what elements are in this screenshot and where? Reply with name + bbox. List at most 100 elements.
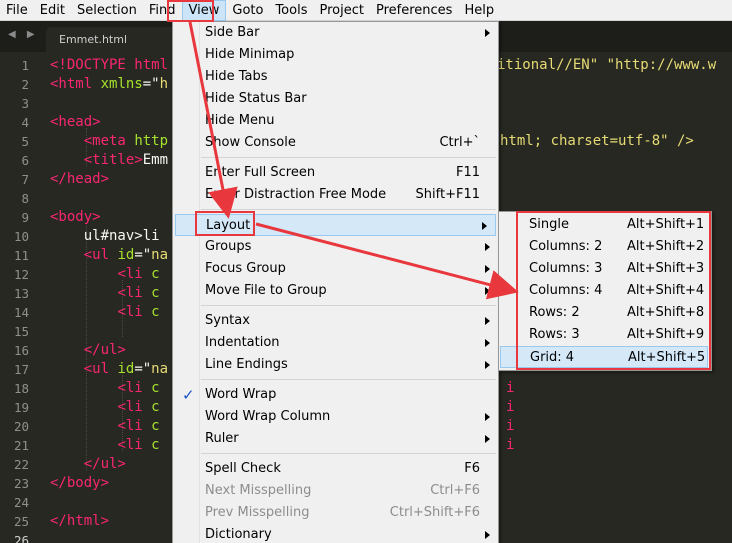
submenu-arrow-icon (485, 531, 490, 539)
code-line-16: </ul> (83, 342, 126, 358)
view-menu-item-indentation[interactable]: Indentation (173, 332, 498, 354)
code-line-2: <html xmlns="h (50, 76, 169, 92)
menu-project[interactable]: Project (313, 0, 369, 21)
menu-item-label: Line Endings (205, 357, 288, 372)
view-menu-item-groups[interactable]: Groups (173, 236, 498, 258)
menu-item-label: Show Console (205, 135, 296, 150)
line-number: 23 (13, 476, 29, 491)
menu-tools[interactable]: Tools (269, 0, 313, 21)
tab-nav-arrows-icon[interactable]: ◀ ▶ (8, 29, 39, 40)
line-number: 11 (13, 248, 29, 263)
view-menu-item-dictionary[interactable]: Dictionary (173, 524, 498, 543)
line-number: 13 (13, 286, 29, 301)
menu-item-label: Indentation (205, 335, 280, 350)
line-number: 15 (13, 324, 29, 339)
line-number: 24 (13, 495, 29, 510)
view-menu-item-word-wrap-column[interactable]: Word Wrap Column (173, 406, 498, 428)
menu-item-label: Hide Menu (205, 113, 275, 128)
menu-item-label: Spell Check (205, 461, 281, 476)
menu-item-label: Enter Distraction Free Mode (205, 187, 387, 202)
tab-emmet-html[interactable]: Emmet.html (46, 27, 178, 52)
line-number: 25 (13, 514, 29, 529)
code-line-10: ul#nav>li (50, 228, 160, 244)
line-number: 26 (13, 533, 29, 543)
view-menu-item-show-console[interactable]: Show Console Ctrl+` (173, 132, 498, 154)
menu-separator (201, 305, 496, 306)
line-number: 10 (13, 229, 29, 244)
menu-item-shortcut: Ctrl+` (439, 135, 480, 150)
menu-item-label: Ruler (205, 431, 239, 446)
view-menu-item-syntax[interactable]: Syntax (173, 310, 498, 332)
menu-item-label: Hide Minimap (205, 47, 295, 62)
menu-preferences[interactable]: Preferences (370, 0, 458, 21)
menu-edit[interactable]: Edit (34, 0, 71, 21)
view-menu-item-move-file-to-group[interactable]: Move File to Group (173, 280, 498, 302)
line-number: 5 (21, 134, 29, 149)
view-menu-item-hide-tabs[interactable]: Hide Tabs (173, 66, 498, 88)
menu-item-label: Word Wrap Column (205, 409, 331, 424)
menu-item-label: Syntax (205, 313, 250, 328)
view-menu-item-word-wrap[interactable]: ✓ Word Wrap (173, 384, 498, 406)
view-menu-item-focus-group[interactable]: Focus Group (173, 258, 498, 280)
line-number: 17 (13, 362, 29, 377)
line-number: 1 (21, 58, 29, 73)
view-menu-item-enter-distraction-free-mode[interactable]: Enter Distraction Free Mode Shift+F11 (173, 184, 498, 206)
menu-help[interactable]: Help (458, 0, 500, 21)
menu-item-label: Enter Full Screen (205, 165, 316, 180)
line-number: 3 (21, 96, 29, 111)
code-line-13: <li c (117, 285, 160, 301)
line-number: 7 (21, 172, 29, 187)
code-line-5-right: html; charset=utf-8" /> (500, 133, 694, 149)
menu-item-shortcut: F6 (464, 461, 480, 476)
menu-item-label: Focus Group (205, 261, 286, 276)
line-number: 9 (21, 210, 29, 225)
menu-item-label: Hide Status Bar (205, 91, 307, 106)
view-menu-item-ruler[interactable]: Ruler (173, 428, 498, 450)
code-line-7: </head> (50, 171, 110, 187)
view-menu-item-hide-menu[interactable]: Hide Menu (173, 110, 498, 132)
view-menu-item-enter-full-screen[interactable]: Enter Full Screen F11 (173, 162, 498, 184)
view-menu-item-hide-minimap[interactable]: Hide Minimap (173, 44, 498, 66)
menu-bar: File Edit Selection Find View Goto Tools… (0, 0, 732, 21)
code-line-5: <meta http (83, 133, 169, 149)
menu-item-shortcut: F11 (455, 165, 480, 180)
submenu-arrow-icon (485, 435, 490, 443)
code-line-19-right: i (506, 418, 515, 434)
submenu-arrow-icon (485, 287, 490, 295)
menu-item-label: Dictionary (205, 527, 272, 542)
line-number: 14 (13, 305, 29, 320)
menu-item-shortcut: Ctrl+Shift+F6 (389, 505, 480, 520)
view-menu-item-line-endings[interactable]: Line Endings (173, 354, 498, 376)
code-line-4: <head> (50, 114, 101, 130)
code-line-14: <li c (117, 304, 160, 320)
code-line-19: <li c (117, 399, 160, 415)
line-number: 4 (21, 115, 29, 130)
line-number: 21 (13, 438, 29, 453)
menu-separator (201, 453, 496, 454)
menu-separator (201, 209, 496, 210)
line-number: 8 (21, 191, 29, 206)
line-number: 18 (13, 381, 29, 396)
code-line-20: <li c (117, 418, 160, 434)
view-menu-item-spell-check[interactable]: Spell Check F6 (173, 458, 498, 480)
view-menu-item-next-misspelling[interactable]: Next Misspelling Ctrl+F6 (173, 480, 498, 502)
menu-item-label: Side Bar (205, 25, 260, 40)
annotation-box-layout (195, 211, 255, 236)
line-number: 22 (13, 457, 29, 472)
code-line-21: <li c (117, 437, 160, 453)
submenu-arrow-icon (485, 413, 490, 421)
submenu-arrow-icon (485, 29, 490, 37)
menu-goto[interactable]: Goto (226, 0, 269, 21)
line-number: 2 (21, 77, 29, 92)
menu-file[interactable]: File (0, 0, 34, 21)
code-line-12: <li c (117, 266, 160, 282)
menu-selection[interactable]: Selection (71, 0, 143, 21)
submenu-arrow-icon (485, 317, 490, 325)
view-menu-item-side-bar[interactable]: Side Bar (173, 22, 498, 44)
submenu-arrow-icon (485, 339, 490, 347)
view-menu-item-prev-misspelling[interactable]: Prev Misspelling Ctrl+Shift+F6 (173, 502, 498, 524)
code-line-11: <ul id="na (83, 247, 169, 263)
view-menu-item-hide-status-bar[interactable]: Hide Status Bar (173, 88, 498, 110)
line-number: 6 (21, 153, 29, 168)
menu-separator (201, 379, 496, 380)
